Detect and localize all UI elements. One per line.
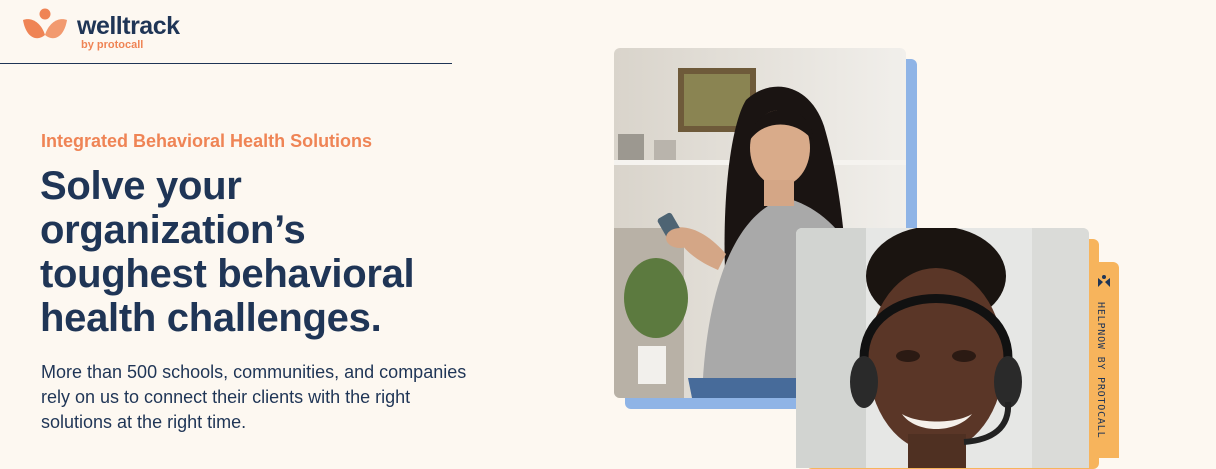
logo-wordmark: welltrack: [77, 12, 180, 40]
hero-description: More than 500 schools, communities, and …: [41, 362, 467, 432]
helpnow-tab[interactable]: HELPNOW BY PROTOCALL: [1089, 262, 1119, 458]
helpnow-tab-label: HELPNOW BY PROTOCALL: [1095, 302, 1106, 439]
hero-eyebrow: Integrated Behavioral Health Solutions: [41, 131, 373, 151]
helpnow-logo-icon: [1098, 275, 1110, 287]
woman-headset-photo: [796, 228, 1089, 468]
hero-headline: Solve your organization’s toughest behav…: [40, 164, 415, 340]
logo-tagline: by protocall: [81, 39, 144, 51]
welltrack-logo-icon: [23, 8, 67, 39]
welltrack-logo[interactable]: welltrack by protocall: [22, 8, 222, 54]
header-divider: [0, 63, 452, 64]
